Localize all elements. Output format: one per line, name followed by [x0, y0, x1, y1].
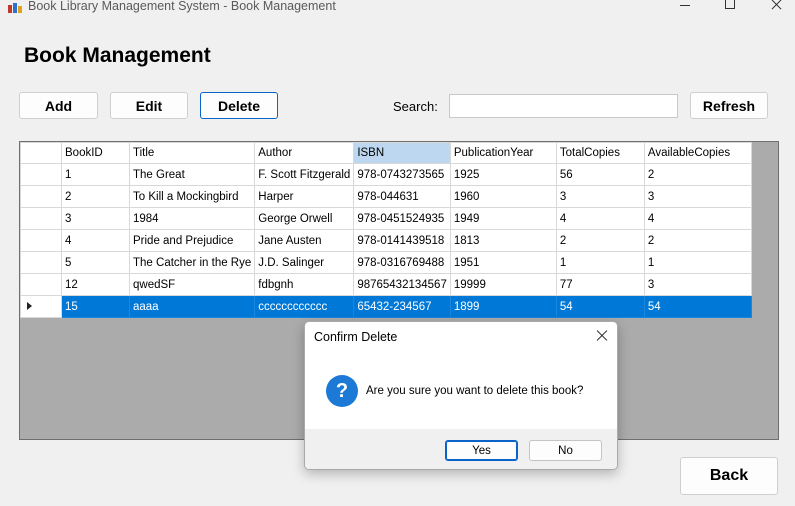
- maximize-icon: [725, 0, 735, 9]
- cell-title[interactable]: Pride and Prejudice: [128, 229, 256, 252]
- cell-author[interactable]: fdbgnh: [254, 273, 355, 296]
- cell-availablecopies[interactable]: 2: [643, 229, 752, 252]
- table-row[interactable]: 5 The Catcher in the Rye J.D. Salinger 9…: [20, 251, 752, 274]
- dialog-footer: Yes No: [305, 429, 617, 469]
- current-row-arrow-icon: [27, 301, 32, 310]
- cell-availablecopies[interactable]: 3: [643, 185, 752, 208]
- minimize-button[interactable]: [660, 0, 706, 16]
- table-row[interactable]: 12 qwedSF fdbgnh 98765432134567 19999 77…: [20, 273, 752, 296]
- cell-totalcopies[interactable]: 1: [555, 251, 645, 274]
- cell-bookid[interactable]: 3: [61, 207, 130, 230]
- cell-isbn[interactable]: 978-0316769488: [353, 251, 451, 274]
- dialog-message: Are you sure you want to delete this boo…: [366, 385, 584, 397]
- row-header[interactable]: [20, 273, 62, 296]
- search-label: Search:: [393, 99, 438, 114]
- cell-isbn[interactable]: 978-0743273565: [353, 163, 451, 186]
- add-button[interactable]: Add: [19, 92, 98, 119]
- question-icon: ?: [326, 375, 358, 407]
- cell-author[interactable]: Jane Austen: [254, 229, 355, 252]
- cell-bookid[interactable]: 1: [61, 163, 130, 186]
- window-title: Book Library Management System - Book Ma…: [28, 0, 336, 13]
- delete-button[interactable]: Delete: [200, 92, 278, 119]
- table-row[interactable]: 3 1984 George Orwell 978-0451524935 1949…: [20, 207, 752, 230]
- column-header-author[interactable]: Author: [254, 142, 355, 164]
- cell-author[interactable]: Harper: [254, 185, 355, 208]
- row-header-corner[interactable]: [20, 142, 62, 164]
- cell-author[interactable]: cccccccccccc: [254, 295, 355, 318]
- table-row[interactable]: 4 Pride and Prejudice Jane Austen 978-01…: [20, 229, 752, 252]
- cell-author[interactable]: J.D. Salinger: [254, 251, 355, 274]
- cell-availablecopies[interactable]: 2: [643, 163, 752, 186]
- window-titlebar: Book Library Management System - Book Ma…: [0, 0, 795, 20]
- cell-totalcopies[interactable]: 3: [555, 185, 645, 208]
- minimize-icon: [680, 5, 690, 6]
- column-header-title[interactable]: Title: [128, 142, 256, 164]
- confirm-delete-dialog: Confirm Delete ? Are you sure you want t…: [304, 321, 618, 470]
- row-header[interactable]: [20, 185, 62, 208]
- cell-bookid[interactable]: 4: [61, 229, 130, 252]
- header-row: BookID Title Author ISBN PublicationYear…: [20, 142, 752, 164]
- page-title: Book Management: [24, 44, 211, 67]
- cell-title[interactable]: The Great: [128, 163, 256, 186]
- maximize-button[interactable]: [706, 0, 752, 16]
- cell-publicationyear[interactable]: 1949: [449, 207, 557, 230]
- table-row[interactable]: 1 The Great F. Scott Fitzgerald 978-0743…: [20, 163, 752, 186]
- column-header-publicationyear[interactable]: PublicationYear: [449, 142, 557, 164]
- yes-button[interactable]: Yes: [445, 440, 518, 461]
- cell-publicationyear[interactable]: 1951: [449, 251, 557, 274]
- cell-totalcopies[interactable]: 4: [555, 207, 645, 230]
- cell-publicationyear[interactable]: 1925: [449, 163, 557, 186]
- cell-title[interactable]: 1984: [128, 207, 256, 230]
- cell-isbn[interactable]: 978-0141439518: [353, 229, 451, 252]
- back-button[interactable]: Back: [680, 457, 778, 495]
- cell-author[interactable]: F. Scott Fitzgerald: [254, 163, 355, 186]
- cell-availablecopies[interactable]: 1: [643, 251, 752, 274]
- cell-title[interactable]: aaaa: [128, 295, 256, 318]
- cell-publicationyear[interactable]: 1813: [449, 229, 557, 252]
- cell-bookid[interactable]: 2: [61, 185, 130, 208]
- column-header-bookid[interactable]: BookID: [61, 142, 130, 164]
- table-row-selected[interactable]: 15 aaaa cccccccccccc 65432-234567 1899 5…: [20, 295, 752, 318]
- table-row[interactable]: 2 To Kill a Mockingbird Harper 978-04463…: [20, 185, 752, 208]
- cell-totalcopies[interactable]: 2: [555, 229, 645, 252]
- cell-bookid[interactable]: 5: [61, 251, 130, 274]
- edit-button[interactable]: Edit: [110, 92, 188, 119]
- row-header[interactable]: [20, 251, 62, 274]
- row-header[interactable]: [20, 229, 62, 252]
- row-header[interactable]: [20, 163, 62, 186]
- column-header-availablecopies[interactable]: AvailableCopies: [643, 142, 752, 164]
- cell-isbn[interactable]: 65432-234567: [353, 295, 451, 318]
- search-input[interactable]: [449, 94, 678, 118]
- cell-isbn[interactable]: 978-044631: [353, 185, 451, 208]
- cell-title[interactable]: qwedSF: [128, 273, 256, 296]
- cell-isbn[interactable]: 978-0451524935: [353, 207, 451, 230]
- cell-bookid[interactable]: 15: [61, 295, 130, 318]
- cell-publicationyear[interactable]: 1960: [449, 185, 557, 208]
- cell-availablecopies[interactable]: 4: [643, 207, 752, 230]
- cell-title[interactable]: The Catcher in the Rye: [128, 251, 256, 274]
- close-window-button[interactable]: [752, 0, 795, 16]
- cell-totalcopies[interactable]: 77: [555, 273, 645, 296]
- row-header[interactable]: [20, 295, 62, 318]
- cell-title[interactable]: To Kill a Mockingbird: [128, 185, 256, 208]
- cell-publicationyear[interactable]: 19999: [449, 273, 557, 296]
- no-button[interactable]: No: [529, 440, 602, 461]
- cell-totalcopies[interactable]: 54: [555, 295, 645, 318]
- row-header[interactable]: [20, 207, 62, 230]
- cell-availablecopies[interactable]: 3: [643, 273, 752, 296]
- cell-author[interactable]: George Orwell: [254, 207, 355, 230]
- refresh-button[interactable]: Refresh: [690, 92, 768, 119]
- cell-isbn[interactable]: 98765432134567: [353, 273, 451, 296]
- cell-bookid[interactable]: 12: [61, 273, 130, 296]
- cell-totalcopies[interactable]: 56: [555, 163, 645, 186]
- cell-availablecopies[interactable]: 54: [643, 295, 752, 318]
- column-header-totalcopies[interactable]: TotalCopies: [555, 142, 645, 164]
- dialog-close-button[interactable]: [595, 328, 609, 342]
- app-icon: [8, 1, 22, 13]
- dialog-title: Confirm Delete: [314, 330, 398, 344]
- cell-publicationyear[interactable]: 1899: [449, 295, 557, 318]
- column-header-isbn[interactable]: ISBN: [353, 142, 451, 164]
